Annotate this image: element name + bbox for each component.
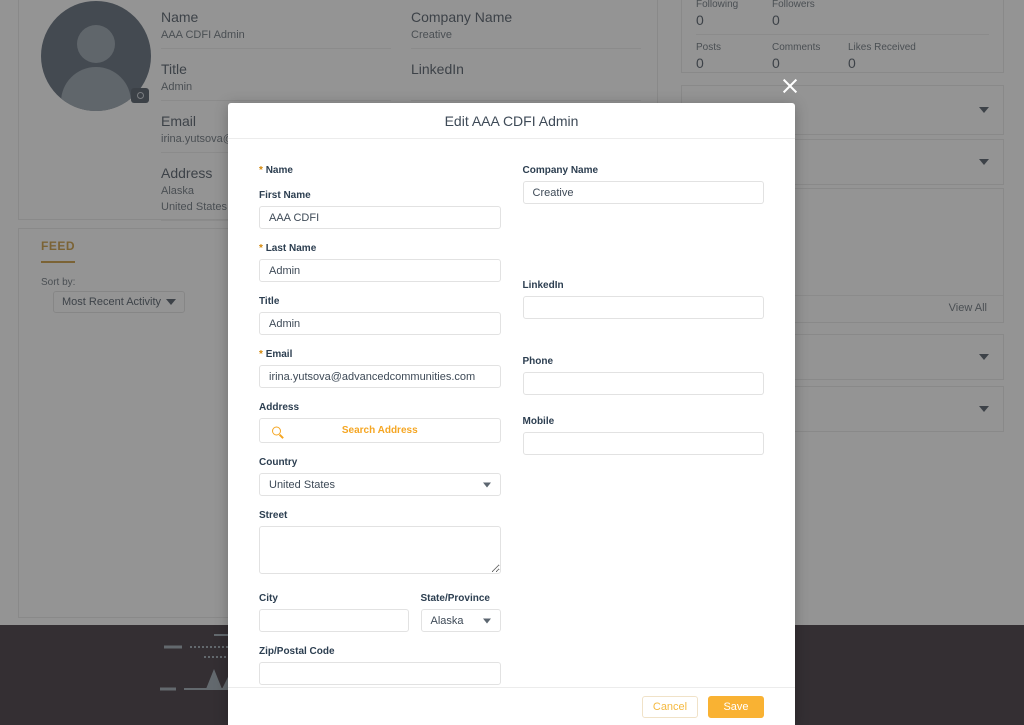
phone-label: Phone: [522, 356, 554, 367]
first-name-label: First Name: [259, 190, 311, 201]
email-text: Email: [265, 349, 293, 360]
street-label: Street: [259, 510, 288, 521]
linkedin-label: LinkedIn: [522, 280, 564, 291]
zip-input[interactable]: [259, 662, 501, 685]
city-label: City: [259, 593, 278, 604]
required-marker: *: [259, 243, 263, 254]
last-name-input[interactable]: [259, 259, 501, 282]
screen: Name AAA CDFI Admin Title Admin Email ir…: [0, 0, 1024, 725]
name-group-label: * Name: [259, 165, 501, 176]
form-column-right: Company Name LinkedIn Phone: [522, 165, 765, 699]
field-country: Country United States: [259, 457, 501, 496]
form-grid: * Name First Name * Last Name Title: [259, 165, 764, 699]
modal-title: Edit AAA CDFI Admin: [444, 112, 579, 129]
linkedin-input[interactable]: [522, 296, 764, 319]
required-marker: *: [259, 165, 263, 176]
country-select[interactable]: United States: [259, 473, 501, 496]
city-input[interactable]: [259, 609, 409, 632]
state-select[interactable]: Alaska: [420, 609, 501, 632]
zip-label: Zip/Postal Code: [259, 646, 335, 657]
modal-body: * Name First Name * Last Name Title: [228, 139, 795, 725]
search-icon: [272, 426, 281, 435]
chevron-down-icon: [482, 618, 491, 623]
search-address-button[interactable]: Search Address: [259, 418, 501, 443]
search-address-label: Search Address: [341, 425, 418, 436]
company-name-label: Company Name: [522, 165, 599, 176]
street-textarea[interactable]: [259, 526, 501, 574]
email-label: * Email: [259, 349, 501, 360]
mobile-label: Mobile: [522, 416, 555, 427]
company-name-input[interactable]: [522, 181, 764, 204]
chevron-down-icon: [482, 482, 491, 487]
phone-input[interactable]: [522, 372, 764, 395]
edit-profile-modal: Edit AAA CDFI Admin * Name First Name * …: [228, 103, 795, 725]
field-linkedin: LinkedIn: [522, 280, 764, 319]
state-value: Alaska: [430, 614, 464, 627]
field-city-state-row: City State/Province Alaska: [259, 593, 501, 632]
field-name-group: * Name: [259, 165, 501, 176]
form-column-left: * Name First Name * Last Name Title: [259, 165, 501, 699]
first-name-input[interactable]: [259, 206, 501, 229]
address-label: Address: [259, 402, 300, 413]
country-label: Country: [259, 457, 298, 468]
field-city: City: [259, 593, 409, 632]
field-state: State/Province Alaska: [420, 593, 501, 632]
field-zip: Zip/Postal Code: [259, 646, 501, 685]
name-group-text: Name: [265, 165, 293, 176]
state-label: State/Province: [420, 593, 490, 604]
field-street: Street: [259, 510, 501, 579]
title-input[interactable]: [259, 312, 501, 335]
close-icon[interactable]: [781, 77, 799, 95]
field-company-name: Company Name: [522, 165, 764, 204]
field-mobile: Mobile: [522, 416, 764, 455]
field-email: * Email: [259, 349, 501, 388]
country-value: United States: [269, 478, 336, 491]
modal-header: Edit AAA CDFI Admin: [228, 103, 795, 139]
save-button[interactable]: Save: [708, 695, 764, 718]
title-label: Title: [259, 296, 280, 307]
last-name-label: * Last Name: [259, 243, 501, 254]
required-marker: *: [259, 349, 263, 360]
field-title: Title: [259, 296, 501, 335]
last-name-text: Last Name: [265, 243, 317, 254]
field-address: Address Search Address: [259, 402, 501, 443]
cancel-button[interactable]: Cancel: [642, 695, 698, 718]
mobile-input[interactable]: [522, 432, 764, 455]
modal-footer: Cancel Save: [228, 687, 795, 725]
field-first-name: First Name: [259, 190, 501, 229]
field-last-name: * Last Name: [259, 243, 501, 282]
field-phone: Phone: [522, 356, 764, 395]
email-input[interactable]: [259, 365, 501, 388]
